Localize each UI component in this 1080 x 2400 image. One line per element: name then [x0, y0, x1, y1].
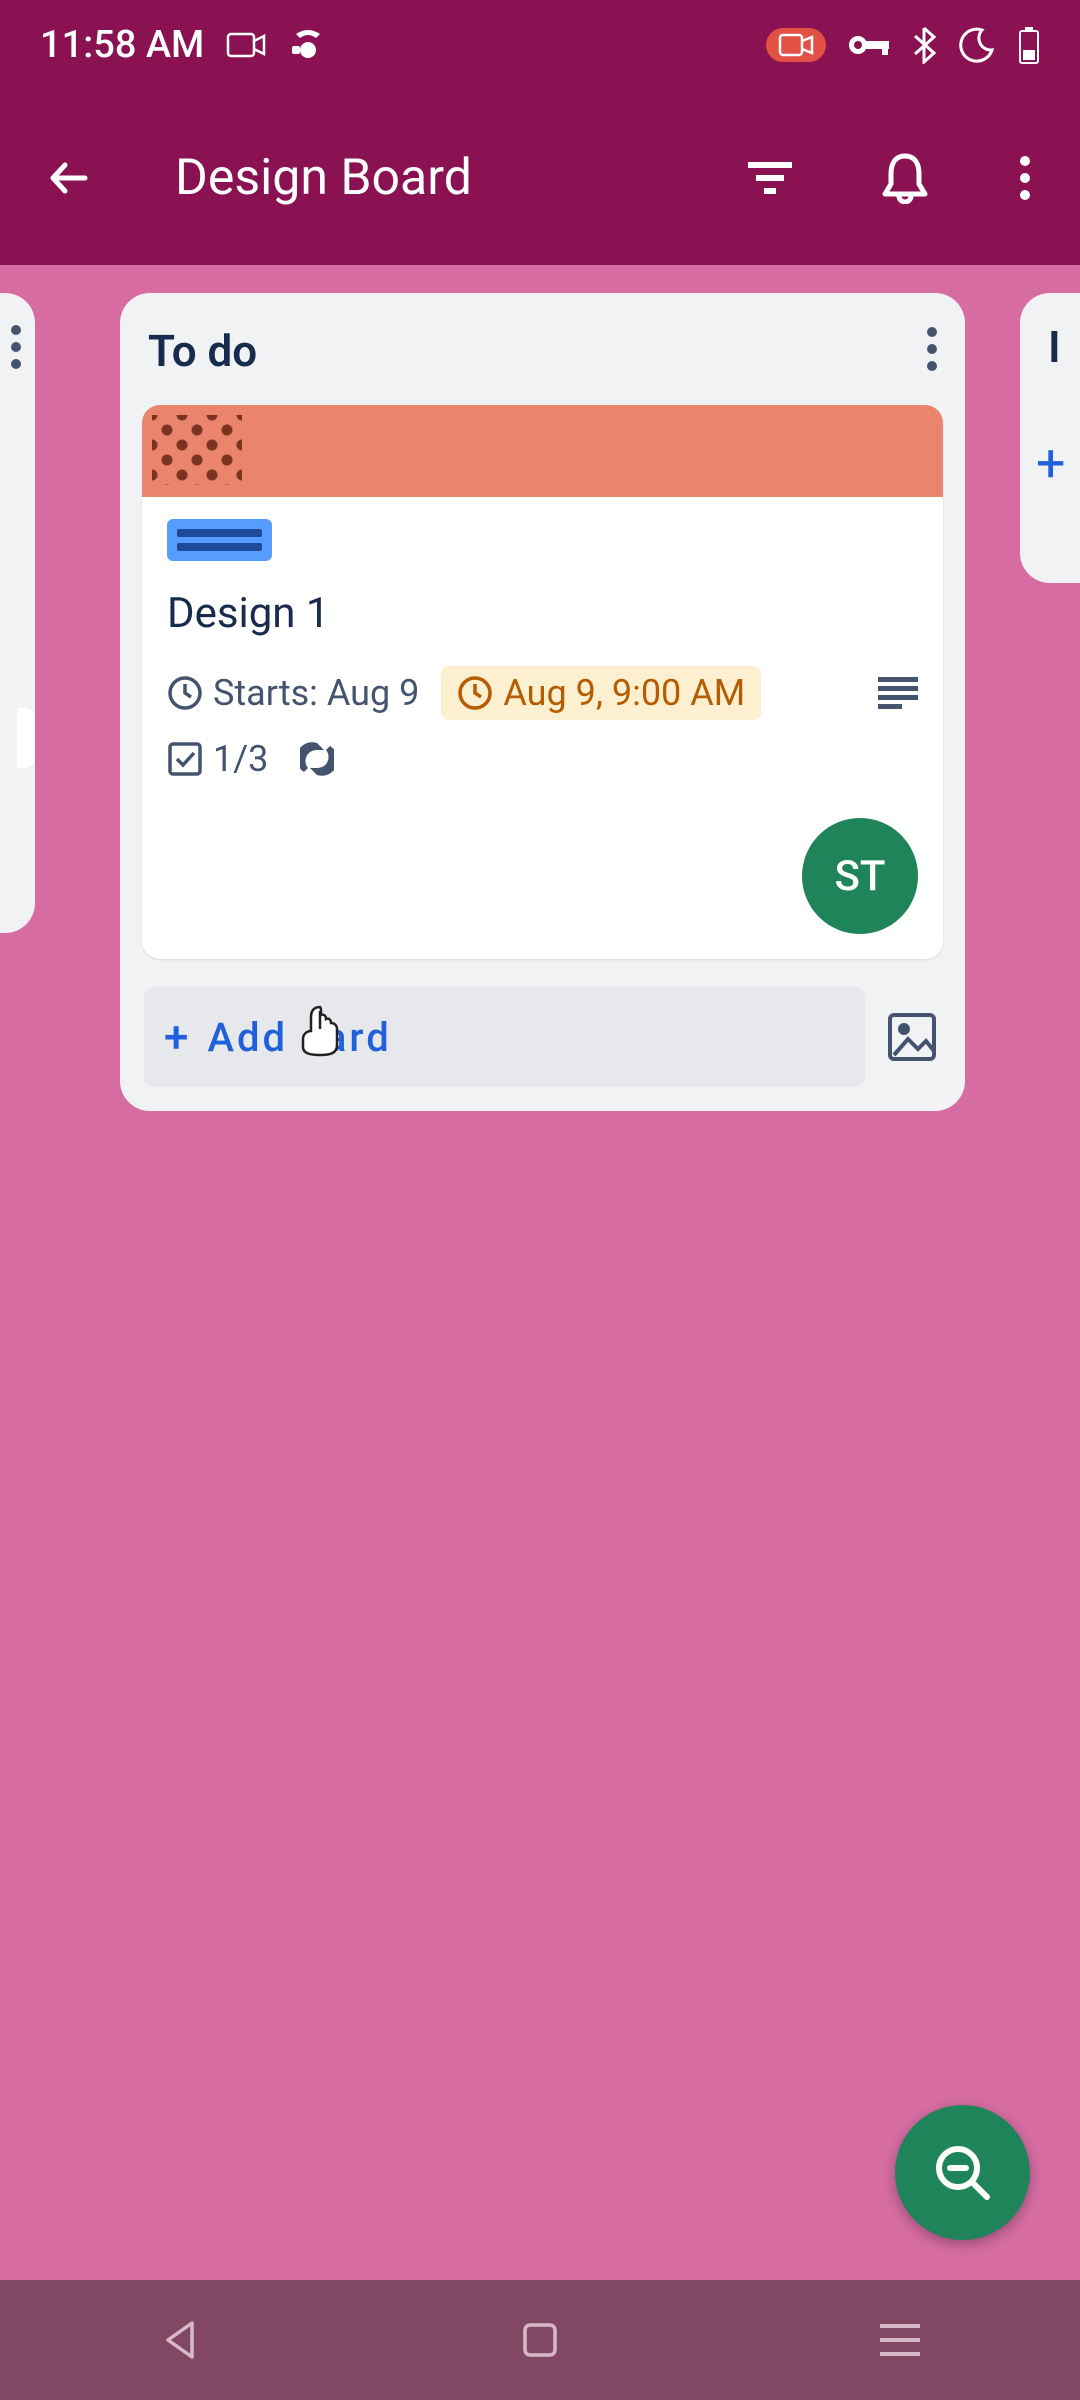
notifications-button[interactable] — [865, 138, 945, 218]
list-header: To do — [120, 313, 965, 405]
start-date-text: Starts: Aug 9 — [213, 672, 419, 714]
camera-icon — [226, 30, 266, 60]
zoom-out-icon — [931, 2141, 995, 2205]
add-card-button[interactable]: + Add card — [144, 987, 865, 1087]
bluetooth-icon — [912, 26, 936, 64]
nav-back-button[interactable] — [120, 2310, 240, 2370]
back-button[interactable] — [30, 138, 110, 218]
list-menu-icon[interactable] — [11, 325, 21, 373]
add-card-partial[interactable]: + — [1036, 433, 1066, 494]
add-image-button[interactable] — [883, 1008, 941, 1066]
board-menu-button[interactable] — [1000, 138, 1050, 218]
image-icon — [886, 1011, 938, 1063]
plus-icon: + — [164, 1011, 191, 1063]
board-title[interactable]: Design Board — [175, 149, 675, 207]
dnd-moon-icon — [958, 26, 996, 64]
card-title: Design 1 — [167, 589, 918, 638]
repeat-icon — [300, 740, 334, 778]
add-card-label: Add card — [207, 1014, 391, 1061]
list-title[interactable]: To do — [148, 325, 257, 377]
card-partial[interactable] — [17, 708, 35, 768]
card-members: ST — [167, 800, 918, 934]
list-previous-partial[interactable] — [0, 293, 35, 933]
checklist-badge: 1/3 — [167, 738, 268, 780]
nav-recents-button[interactable] — [840, 2310, 960, 2370]
member-avatar: ST — [802, 818, 918, 934]
repeat-badge — [300, 740, 334, 778]
app-bar: Design Board — [0, 90, 1080, 265]
battery-icon — [1018, 26, 1040, 64]
zoom-fab[interactable] — [895, 2105, 1030, 2240]
list-next-partial[interactable]: I + — [1020, 293, 1080, 583]
start-date-badge: Starts: Aug 9 — [167, 672, 419, 714]
recording-icon — [766, 28, 826, 62]
list-menu-button[interactable] — [927, 327, 937, 375]
list-title-partial: I — [1048, 321, 1061, 373]
due-date-text: Aug 9, 9:00 AM — [503, 672, 745, 714]
checklist-count: 1/3 — [213, 738, 268, 780]
card-cover — [142, 405, 943, 497]
list-footer: + Add card — [120, 979, 965, 1091]
clock-icon — [167, 675, 203, 711]
card-badges-row-2: 1/3 — [167, 738, 918, 780]
status-right — [766, 26, 1040, 64]
card-label-chip — [167, 519, 272, 561]
status-time: 11:58 AM — [40, 23, 204, 67]
hotspot-icon — [288, 28, 328, 62]
board-canvas[interactable]: To do Design 1 Starts: Aug 9 Aug 9, 9:00… — [0, 265, 1080, 2280]
list-todo[interactable]: To do Design 1 Starts: Aug 9 Aug 9, 9:00… — [120, 293, 965, 1111]
card-design-1[interactable]: Design 1 Starts: Aug 9 Aug 9, 9:00 AM — [142, 405, 943, 959]
vpn-key-icon — [848, 33, 890, 57]
checklist-icon — [167, 741, 203, 777]
description-icon — [878, 677, 918, 709]
card-body: Design 1 Starts: Aug 9 Aug 9, 9:00 AM — [142, 497, 943, 959]
clock-icon — [457, 675, 493, 711]
filter-button[interactable] — [730, 138, 810, 218]
card-badges-row-1: Starts: Aug 9 Aug 9, 9:00 AM — [167, 666, 918, 720]
system-nav-bar — [0, 2280, 1080, 2400]
due-date-badge: Aug 9, 9:00 AM — [441, 666, 761, 720]
nav-home-button[interactable] — [480, 2310, 600, 2370]
status-bar: 11:58 AM — [0, 0, 1080, 90]
description-badge — [878, 677, 918, 709]
status-left: 11:58 AM — [40, 23, 328, 67]
